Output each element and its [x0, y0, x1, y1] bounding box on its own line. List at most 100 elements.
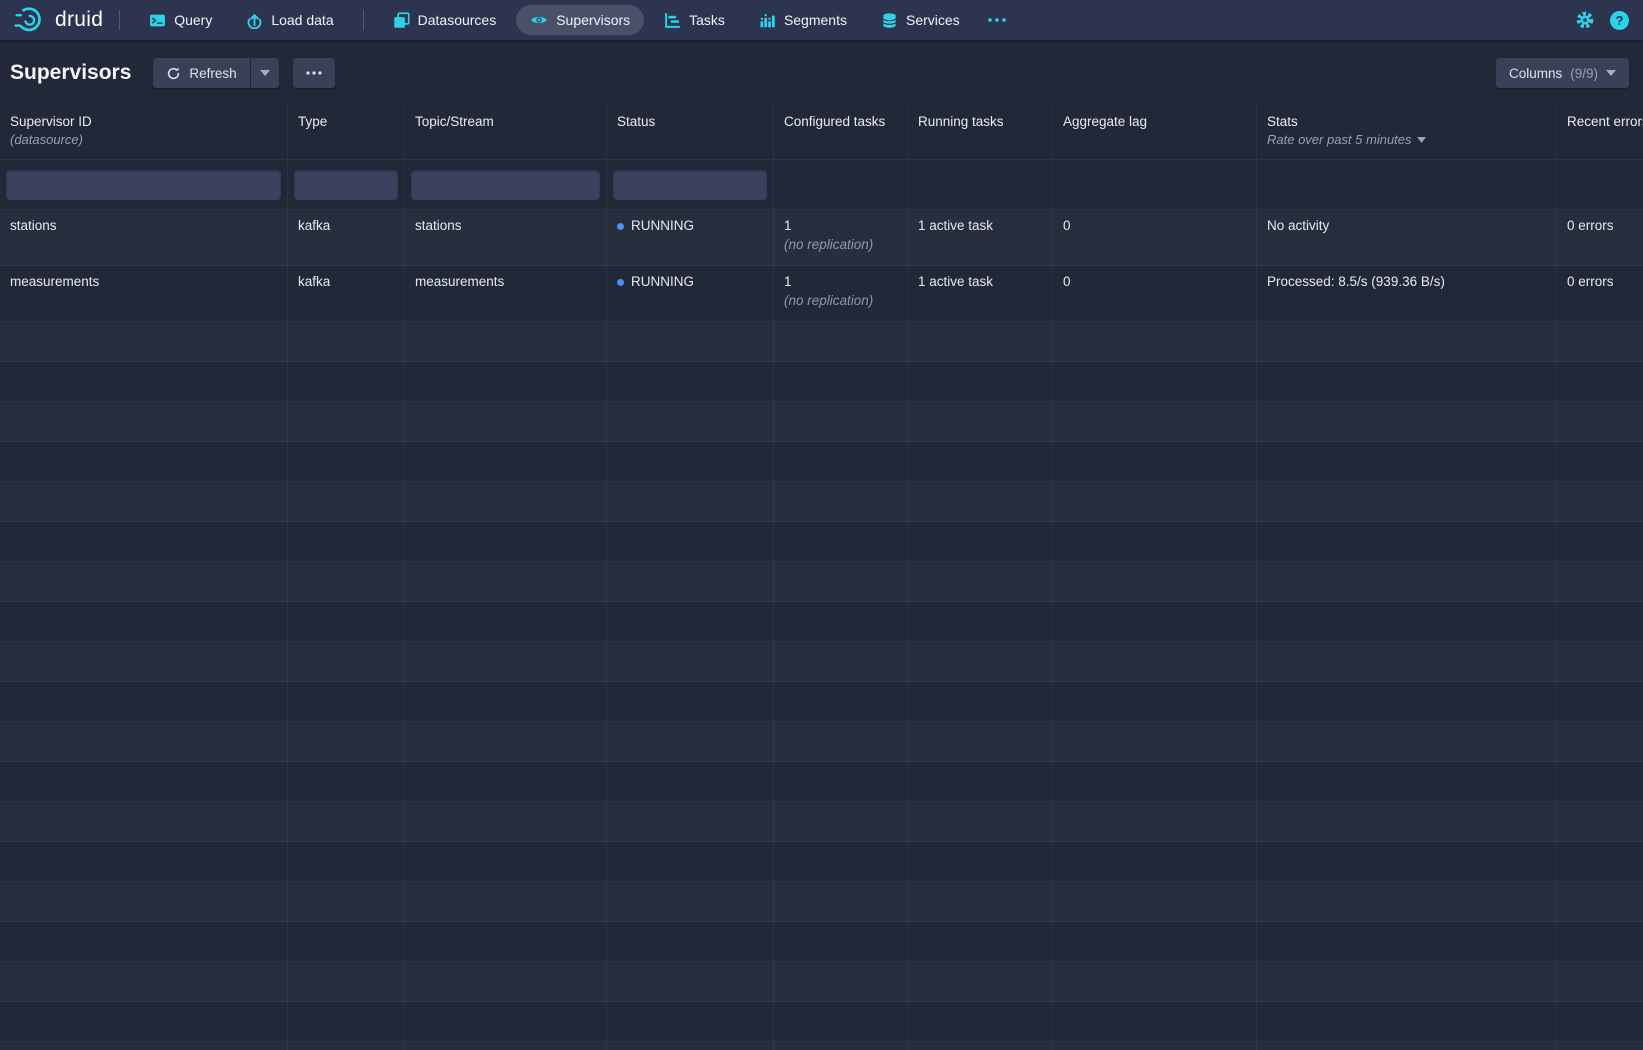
empty-table-row [0, 682, 1643, 722]
status-cell[interactable]: RUNNING [607, 210, 774, 265]
caret-down-icon [1417, 137, 1426, 143]
nav-more-button[interactable] [977, 5, 1017, 35]
more-icon [987, 17, 1007, 23]
column-header-type[interactable]: Type [288, 102, 405, 159]
top-navbar: druid Query Load data [0, 0, 1643, 40]
running-status-dot [617, 223, 624, 230]
refresh-menu-button[interactable] [251, 58, 279, 88]
nav-item-label: Segments [784, 12, 847, 28]
nav-item-label: Query [174, 12, 212, 28]
column-header-running-tasks[interactable]: Running tasks [908, 102, 1053, 159]
empty-table-row [0, 722, 1643, 762]
columns-count: (9/9) [1570, 66, 1598, 81]
column-header-stats[interactable]: Stats Rate over past 5 minutes [1257, 102, 1557, 159]
filter-status-input[interactable] [613, 170, 767, 200]
supervisors-table: Supervisor ID (datasource) Type Topic/St… [0, 102, 1643, 1050]
column-header-topic-stream[interactable]: Topic/Stream [405, 102, 607, 159]
empty-table-row [0, 442, 1643, 482]
running-tasks-cell[interactable]: 1 active task [908, 266, 1053, 321]
aggregate-lag-cell: 0 [1053, 210, 1257, 265]
type-cell: kafka [288, 210, 405, 265]
table-row[interactable]: measurements kafka measurements RUNNING … [0, 266, 1643, 322]
nav-item-label: Load data [271, 12, 333, 28]
nav-item-label: Services [906, 12, 960, 28]
column-header-status[interactable]: Status [607, 102, 774, 159]
supervisor-id-cell[interactable]: stations [0, 210, 288, 265]
page-title: Supervisors [10, 61, 131, 85]
status-label: RUNNING [631, 274, 694, 289]
empty-table-row [0, 322, 1643, 362]
empty-table-row [0, 642, 1643, 682]
stats-rate-selector[interactable]: Rate over past 5 minutes [1267, 132, 1426, 147]
topic-cell: measurements [405, 266, 607, 321]
recent-errors-cell[interactable]: 0 errors [1557, 266, 1643, 321]
empty-table-row [0, 962, 1643, 1002]
refresh-label: Refresh [189, 66, 236, 81]
empty-table-row [0, 842, 1643, 882]
columns-label: Columns [1509, 66, 1562, 81]
refresh-button[interactable]: Refresh [153, 58, 249, 88]
settings-button[interactable] [1575, 10, 1595, 30]
supervisor-id-cell[interactable]: measurements [0, 266, 288, 321]
nav-item-datasources[interactable]: Datasources [379, 5, 511, 35]
empty-table-row [0, 402, 1643, 442]
status-label: RUNNING [631, 218, 694, 233]
recent-errors-cell[interactable]: 0 errors [1557, 210, 1643, 265]
chevron-down-icon [1606, 70, 1616, 76]
nav-item-supervisors[interactable]: Supervisors [516, 5, 644, 35]
navbar-right: ? [1575, 10, 1629, 30]
nav-item-services[interactable]: Services [867, 5, 974, 35]
nav-divider [363, 10, 364, 30]
running-status-dot [617, 279, 624, 286]
nav-item-label: Tasks [689, 12, 725, 28]
stats-cell[interactable]: Processed: 8.5/s (939.36 B/s) [1257, 266, 1557, 321]
empty-table-row [0, 802, 1643, 842]
running-tasks-cell[interactable]: 1 active task [908, 210, 1053, 265]
topic-cell: stations [405, 210, 607, 265]
empty-table-row [0, 882, 1643, 922]
configured-tasks-cell: 1 (no replication) [774, 210, 908, 265]
refresh-icon [166, 66, 181, 81]
column-header-aggregate-lag[interactable]: Aggregate lag [1053, 102, 1257, 159]
empty-table-row [0, 562, 1643, 602]
empty-table-row [0, 922, 1643, 962]
console-icon [149, 12, 166, 29]
more-actions-button[interactable] [293, 58, 335, 88]
nav-item-label: Supervisors [556, 12, 630, 28]
services-icon [881, 12, 898, 29]
status-cell[interactable]: RUNNING [607, 266, 774, 321]
druid-logo-text: druid [55, 8, 103, 32]
view-controls: Supervisors Refresh Columns (9/9) [0, 40, 1643, 102]
chevron-down-icon [260, 70, 270, 76]
stats-cell[interactable]: No activity [1257, 210, 1557, 265]
gear-icon [1575, 10, 1595, 30]
columns-button[interactable]: Columns (9/9) [1496, 58, 1629, 88]
ellipsis-icon [306, 71, 322, 75]
help-icon: ? [1610, 11, 1629, 30]
table-row[interactable]: stations kafka stations RUNNING 1 (no re… [0, 210, 1643, 266]
column-header-supervisor-id[interactable]: Supervisor ID (datasource) [0, 102, 288, 159]
druid-logo[interactable]: druid [14, 6, 103, 34]
nav-item-segments[interactable]: Segments [745, 5, 861, 35]
aggregate-lag-cell: 0 [1053, 266, 1257, 321]
column-header-configured-tasks[interactable]: Configured tasks [774, 102, 908, 159]
tasks-icon [664, 12, 681, 29]
datasources-icon [393, 12, 410, 29]
filter-row [0, 160, 1643, 210]
nav-item-tasks[interactable]: Tasks [650, 5, 739, 35]
column-header-recent-errors[interactable]: Recent errors [1557, 102, 1643, 159]
nav-item-label: Datasources [418, 12, 497, 28]
filter-supervisor-id-input[interactable] [6, 170, 281, 200]
filter-type-input[interactable] [294, 170, 398, 200]
upload-icon [246, 12, 263, 29]
empty-table-row [0, 602, 1643, 642]
nav-item-query[interactable]: Query [135, 5, 226, 35]
nav-item-load-data[interactable]: Load data [232, 5, 347, 35]
filter-topic-stream-input[interactable] [411, 170, 600, 200]
type-cell: kafka [288, 266, 405, 321]
empty-table-row [0, 1002, 1643, 1042]
help-button[interactable]: ? [1610, 11, 1629, 30]
configured-tasks-cell: 1 (no replication) [774, 266, 908, 321]
table-header: Supervisor ID (datasource) Type Topic/St… [0, 102, 1643, 160]
table-body: stations kafka stations RUNNING 1 (no re… [0, 210, 1643, 1050]
